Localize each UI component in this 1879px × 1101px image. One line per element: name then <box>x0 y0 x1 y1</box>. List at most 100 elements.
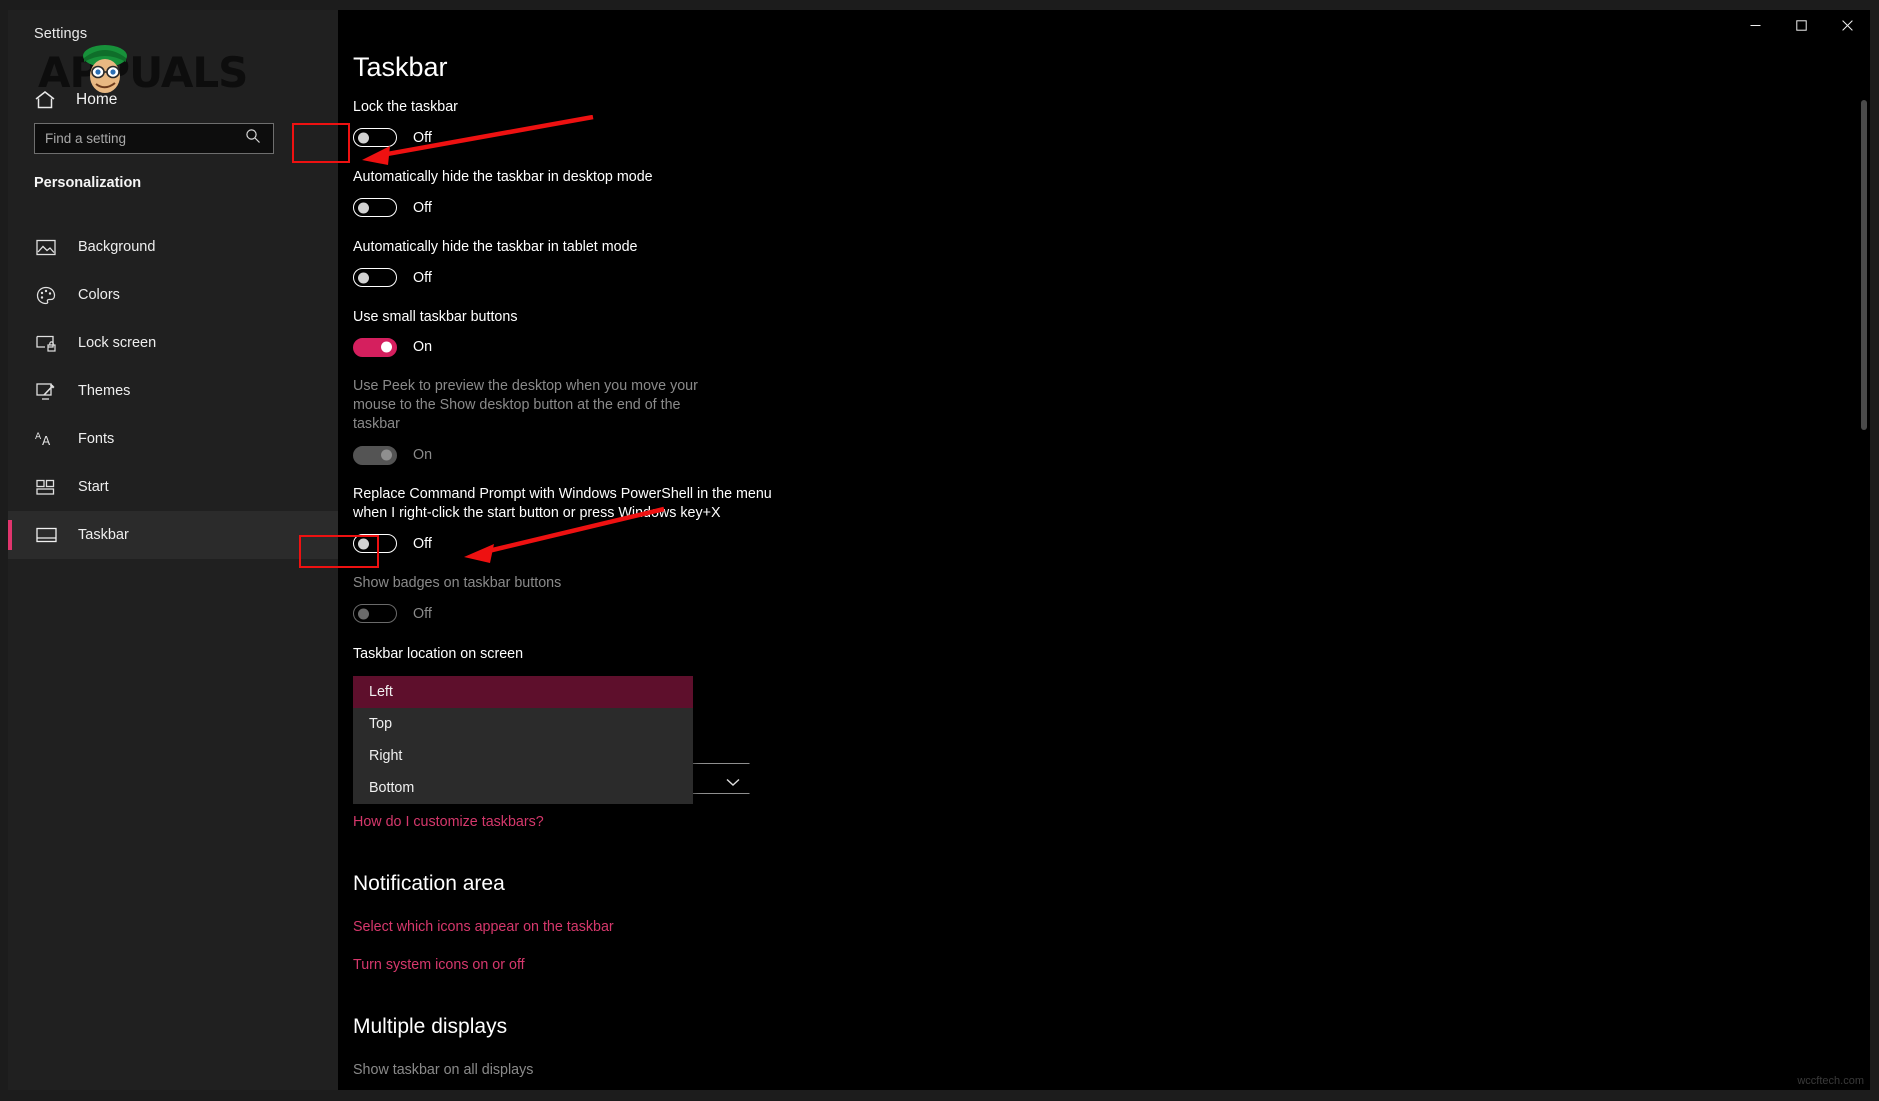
sidebar-item-start[interactable]: Start <box>8 463 338 511</box>
scrollbar-thumb[interactable] <box>1861 100 1867 430</box>
sidebar-label: Start <box>78 479 109 495</box>
taskbar-location-dropdown: Left Top Right Bottom <box>353 675 693 804</box>
toggle-replace-cmd-powershell[interactable] <box>353 534 397 554</box>
setting-autohide-tablet: Automatically hide the taskbar in tablet… <box>353 238 1353 292</box>
turn-system-icons-link[interactable]: Turn system icons on or off <box>353 957 525 973</box>
setting-label: Show taskbar on all displays <box>353 1061 534 1078</box>
multiple-displays-heading: Multiple displays <box>353 1014 508 1038</box>
sidebar-label: Colors <box>78 287 120 303</box>
setting-show-badges: Show badges on taskbar buttons Off <box>353 574 1353 628</box>
close-button[interactable] <box>1824 10 1870 40</box>
palette-icon <box>34 284 58 306</box>
setting-small-taskbar-buttons: Use small taskbar buttons On <box>353 308 1353 362</box>
toggle-knob <box>358 272 369 284</box>
setting-label: Automatically hide the taskbar in deskto… <box>353 168 653 185</box>
setting-label: Show badges on taskbar buttons <box>353 574 562 591</box>
dropdown-option-label: Right <box>369 747 403 764</box>
vertical-scrollbar[interactable] <box>1858 40 1870 1090</box>
window-title: Settings <box>34 26 88 42</box>
svg-text:A: A <box>42 434 51 448</box>
setting-label: Use Peek to preview the desktop when you… <box>353 378 698 433</box>
setting-taskbar-location: Taskbar location on screen Left Top Righ… <box>353 645 1353 804</box>
select-icons-link[interactable]: Select which icons appear on the taskbar <box>353 919 614 935</box>
sidebar-label: Themes <box>78 383 131 399</box>
svg-text:A: A <box>35 432 42 442</box>
page-title: Taskbar <box>353 52 448 82</box>
minimize-button[interactable] <box>1732 10 1778 40</box>
main-content: Taskbar Lock the taskbar Off Automatical… <box>338 10 1870 1090</box>
taskbar-icon <box>34 524 58 546</box>
search-input[interactable] <box>35 131 245 146</box>
sidebar-section-title: Personalization <box>34 175 142 191</box>
sidebar-label: Taskbar <box>78 527 129 543</box>
toggle-small-taskbar-buttons[interactable] <box>353 337 397 357</box>
dropdown-option-bottom[interactable]: Bottom <box>353 772 693 804</box>
toggle-state-label: Off <box>413 535 432 552</box>
toggle-knob <box>358 608 369 620</box>
sidebar-item-lock-screen[interactable]: Lock screen <box>8 319 338 367</box>
home-icon <box>34 90 56 110</box>
toggle-state-label: Off <box>413 605 432 622</box>
toggle-autohide-tablet[interactable] <box>353 268 397 288</box>
chevron-down-icon <box>726 774 740 786</box>
toggle-knob <box>381 449 392 461</box>
setting-label: Automatically hide the taskbar in tablet… <box>353 238 638 255</box>
sidebar: Settings APPUALS Home Find a setting Per… <box>8 10 338 1090</box>
settings-window: Settings APPUALS Home Find a setting Per… <box>8 10 1870 1090</box>
help-customize-taskbars-link[interactable]: How do I customize taskbars? <box>353 814 544 830</box>
dropdown-option-top[interactable]: Top <box>353 708 693 740</box>
themes-icon <box>34 380 58 402</box>
setting-replace-cmd-powershell: Replace Command Prompt with Windows Powe… <box>353 485 773 558</box>
dropdown-option-label: Top <box>369 715 393 732</box>
toggle-state-label: Off <box>413 129 432 146</box>
setting-label: Lock the taskbar <box>353 99 458 115</box>
taskbar-location-label: Taskbar location on screen <box>353 645 524 662</box>
sidebar-item-home[interactable]: Home <box>8 80 338 120</box>
image-icon <box>34 236 58 258</box>
maximize-button[interactable] <box>1778 10 1824 40</box>
notification-area-heading: Notification area <box>353 871 505 895</box>
dropdown-option-right[interactable]: Right <box>353 740 693 772</box>
start-icon <box>34 476 58 498</box>
sidebar-item-colors[interactable]: Colors <box>8 271 338 319</box>
toggle-state-label: On <box>413 339 433 356</box>
setting-show-taskbar-all-displays: Show taskbar on all displays Off <box>353 1061 1353 1090</box>
toggle-autohide-desktop[interactable] <box>353 198 397 218</box>
home-label: Home <box>76 91 118 108</box>
setting-lock-taskbar: Lock the taskbar Off <box>353 98 1353 152</box>
setting-label: Replace Command Prompt with Windows Powe… <box>353 486 772 521</box>
toggle-state-label: On <box>413 447 433 464</box>
dropdown-option-label: Left <box>369 683 393 700</box>
toggle-use-peek <box>353 445 397 465</box>
sidebar-item-background[interactable]: Background <box>8 223 338 271</box>
dropdown-option-label: Bottom <box>369 779 415 796</box>
toggle-show-badges <box>353 604 397 624</box>
sidebar-item-fonts[interactable]: A A Fonts <box>8 415 338 463</box>
toggle-knob <box>358 132 369 144</box>
toggle-state-label: Off <box>413 199 432 216</box>
corner-watermark: wccftech.com <box>1797 1075 1864 1087</box>
dropdown-option-left[interactable]: Left <box>353 675 693 708</box>
toggle-knob <box>358 538 369 550</box>
setting-use-peek: Use Peek to preview the desktop when you… <box>353 377 728 469</box>
sidebar-item-themes[interactable]: Themes <box>8 367 338 415</box>
lock-screen-icon <box>34 332 58 354</box>
search-icon[interactable] <box>245 128 267 149</box>
setting-autohide-desktop: Automatically hide the taskbar in deskto… <box>353 168 1353 222</box>
toggle-knob <box>358 202 369 214</box>
sidebar-nav: Background Colors Lock screen Themes A A… <box>8 223 338 559</box>
setting-label: Use small taskbar buttons <box>353 308 518 325</box>
sidebar-label: Background <box>78 239 156 255</box>
sidebar-item-taskbar[interactable]: Taskbar <box>8 511 338 559</box>
window-caption-buttons <box>1732 10 1870 40</box>
toggle-lock-taskbar[interactable] <box>353 128 397 148</box>
toggle-state-label: Off <box>413 269 432 286</box>
desktop-background: Settings APPUALS Home Find a setting Per… <box>0 0 1879 1101</box>
settings-list: Lock the taskbar Off Automatically hide … <box>353 98 1353 1090</box>
sidebar-label: Lock screen <box>78 335 157 351</box>
sidebar-label: Fonts <box>78 431 115 447</box>
taskbar-location-area: Left Top Right Bottom <box>353 675 1353 804</box>
fonts-icon: A A <box>34 428 58 450</box>
toggle-knob <box>381 341 392 353</box>
search-box[interactable] <box>34 123 274 154</box>
